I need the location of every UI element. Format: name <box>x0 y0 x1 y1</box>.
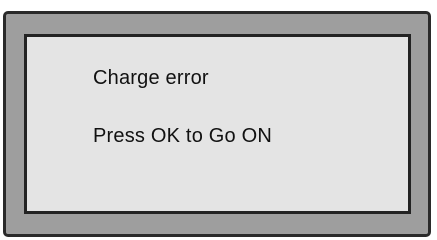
lcd-screen <box>24 34 411 214</box>
device-display-bezel <box>3 11 431 237</box>
error-message: Charge error <box>93 67 209 89</box>
instruction-message: Press OK to Go ON <box>93 125 273 147</box>
